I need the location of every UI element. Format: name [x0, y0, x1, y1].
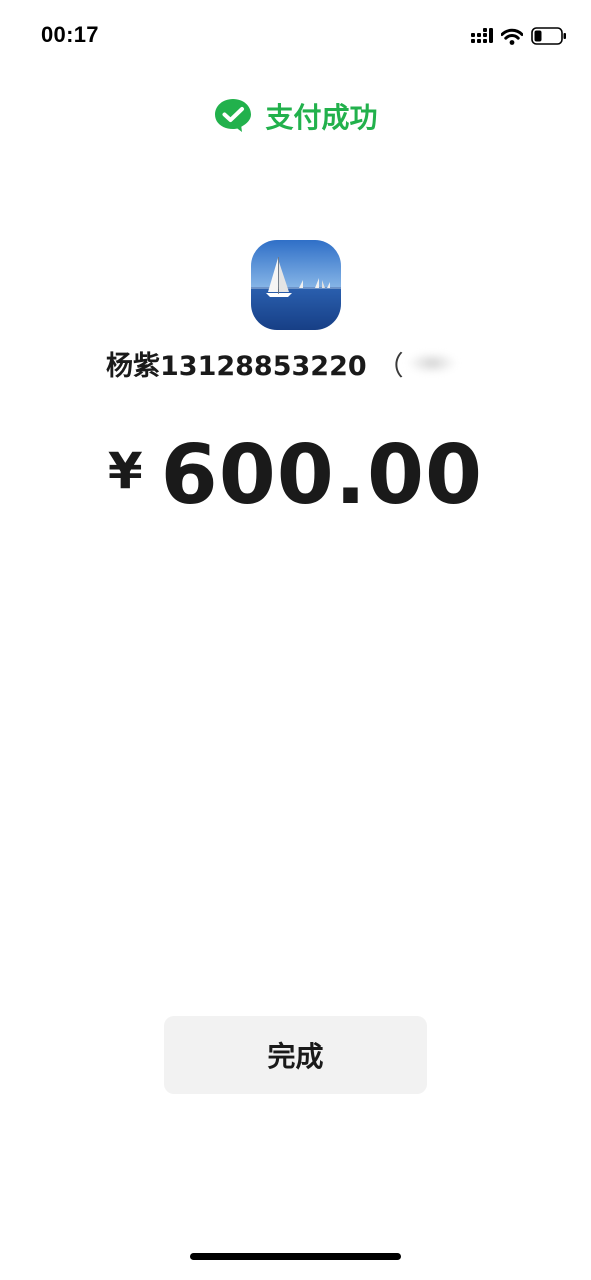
- amount-value: 600.00: [160, 427, 484, 523]
- payment-success-header: 支付成功: [0, 94, 591, 138]
- avatar: [251, 240, 341, 330]
- battery-icon: [531, 27, 566, 45]
- payee-paren: （: [376, 350, 404, 382]
- done-button-label: 完成: [267, 1040, 324, 1073]
- currency-symbol: ¥: [107, 442, 143, 500]
- status-time: 00:17: [41, 22, 99, 47]
- status-bar: 00:17: [0, 0, 591, 70]
- wifi-icon: [501, 28, 523, 45]
- payee-name: 杨紫13128853220: [106, 350, 367, 382]
- signal-icon: [471, 28, 493, 43]
- status-icons: [471, 25, 567, 47]
- done-button[interactable]: 完成: [164, 1016, 427, 1094]
- payment-amount: ¥ 600.00: [0, 425, 591, 525]
- payment-success-title: 支付成功: [265, 101, 378, 134]
- redacted-name: [407, 352, 456, 374]
- payee-info: 杨紫13128853220 （: [106, 343, 456, 383]
- wechat-pay-check-icon: [215, 99, 252, 132]
- home-indicator[interactable]: [190, 1253, 401, 1260]
